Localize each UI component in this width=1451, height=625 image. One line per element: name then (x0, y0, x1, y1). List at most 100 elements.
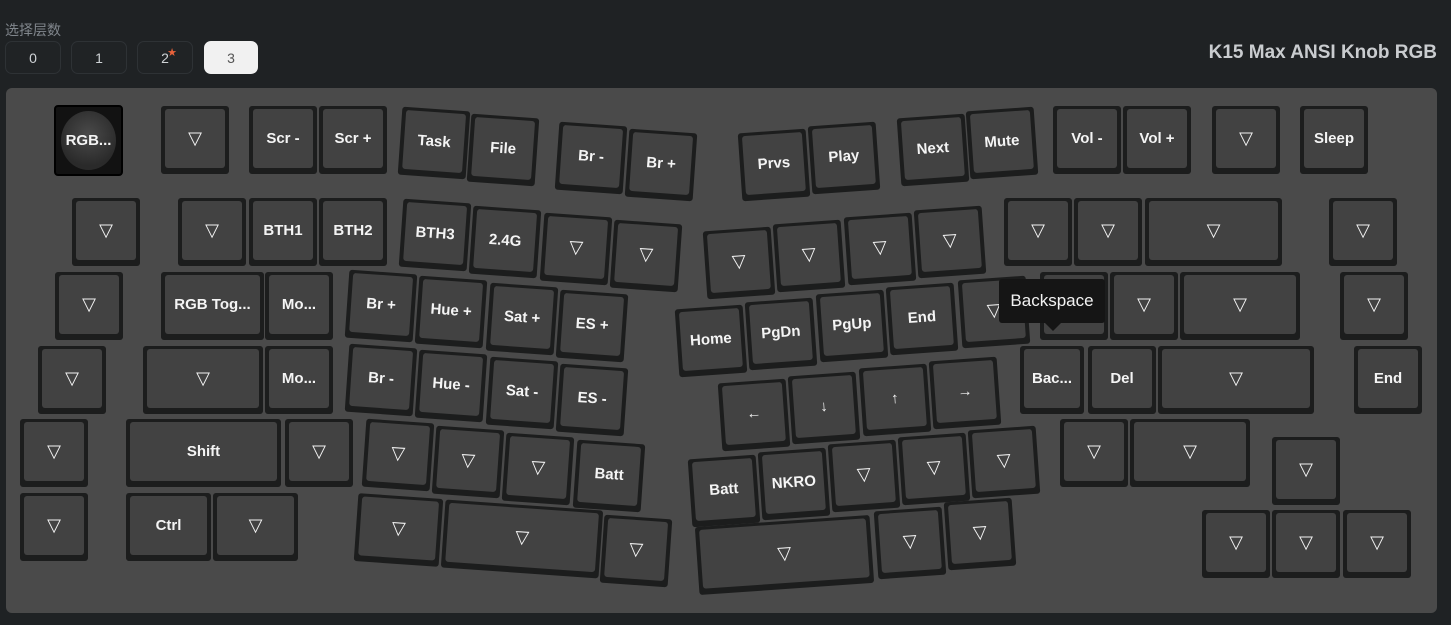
key-r3k0[interactable]: ▽ (38, 346, 106, 414)
key-r0k12[interactable]: Vol - (1053, 106, 1121, 174)
key-r0k15[interactable]: Sleep (1300, 106, 1368, 174)
key-r5k1[interactable]: Ctrl (126, 493, 211, 561)
key-r0k2[interactable]: Scr - (249, 106, 317, 174)
key-r1k9[interactable]: ▽ (772, 219, 846, 293)
key-r4k11[interactable]: ▽ (967, 425, 1041, 499)
layer-button-3[interactable]: 3 (204, 41, 258, 74)
key-r3k9[interactable]: ↑ (858, 363, 932, 437)
key-r4k12[interactable]: ▽ (1060, 419, 1128, 487)
key-r3k1[interactable]: ▽ (143, 346, 263, 414)
key-r1k11[interactable]: ▽ (913, 205, 987, 279)
key-r3k6[interactable]: ES - (555, 363, 629, 437)
key-r2k2[interactable]: Mo... (265, 272, 333, 340)
key-r3k4[interactable]: Hue - (414, 349, 488, 423)
key-label: Mo... (269, 349, 329, 408)
key-r0k7[interactable]: Br + (624, 128, 698, 202)
key-r4k14[interactable]: ▽ (1272, 437, 1340, 505)
key-r2k1[interactable]: RGB Tog... (161, 272, 264, 340)
key-r2k8[interactable]: PgDn (744, 297, 818, 371)
key-r1k6[interactable]: ▽ (539, 212, 613, 286)
key-r2k4[interactable]: Hue + (414, 275, 488, 349)
key-r0k11[interactable]: Mute (965, 106, 1039, 180)
key-r0k6[interactable]: Br - (554, 121, 628, 195)
key-r4k2[interactable]: ▽ (285, 419, 353, 487)
knob-key[interactable]: RGB... (54, 105, 123, 176)
key-r0k5[interactable]: File (466, 113, 540, 187)
key-r1k8[interactable]: ▽ (702, 226, 776, 300)
key-r0k3[interactable]: Scr + (319, 106, 387, 174)
key-r5k0[interactable]: ▽ (20, 493, 88, 561)
key-r2k7[interactable]: Home (674, 304, 748, 378)
key-label: ▽ (358, 496, 440, 561)
key-r1k15[interactable]: ▽ (1329, 198, 1397, 266)
key-r4k3[interactable]: ▽ (361, 418, 435, 492)
key-r5k9[interactable]: ▽ (1202, 510, 1270, 578)
key-label: ▽ (1078, 201, 1138, 260)
key-r4k9[interactable]: ▽ (827, 439, 901, 513)
key-r1k10[interactable]: ▽ (843, 212, 917, 286)
key-r3k10[interactable]: → (928, 356, 1002, 430)
key-label: ▽ (1333, 201, 1393, 260)
layer-button-1[interactable]: 1 (71, 41, 127, 74)
key-r3k12[interactable]: Del (1088, 346, 1156, 414)
key-r1k0[interactable]: ▽ (72, 198, 140, 266)
key-r5k6[interactable]: ▽ (694, 514, 875, 596)
key-r0k13[interactable]: Vol + (1123, 106, 1191, 174)
key-r4k10[interactable]: ▽ (897, 432, 971, 506)
key-r5k8[interactable]: ▽ (943, 497, 1017, 571)
key-r5k10[interactable]: ▽ (1272, 510, 1340, 578)
key-r0k9[interactable]: Play (807, 121, 881, 195)
key-label: ▽ (445, 502, 599, 573)
key-r3k5[interactable]: Sat - (485, 356, 559, 430)
key-r0k8[interactable]: Prvs (737, 128, 811, 202)
key-r2k15[interactable]: ▽ (1340, 272, 1408, 340)
key-r4k4[interactable]: ▽ (431, 425, 505, 499)
key-r2k14[interactable]: ▽ (1180, 272, 1300, 340)
key-r1k14[interactable]: ▽ (1145, 198, 1282, 266)
key-r4k6[interactable]: Batt (572, 439, 646, 513)
key-label: Scr + (323, 109, 383, 168)
key-r4k1[interactable]: Shift (126, 419, 281, 487)
key-r4k7[interactable]: Batt (687, 454, 761, 528)
key-r3k8[interactable]: ↓ (787, 371, 861, 445)
key-r5k4[interactable]: ▽ (440, 499, 604, 579)
key-r5k11[interactable]: ▽ (1343, 510, 1411, 578)
key-r0k1[interactable]: ▽ (161, 106, 229, 174)
key-r0k14[interactable]: ▽ (1212, 106, 1280, 174)
key-r1k1[interactable]: ▽ (178, 198, 246, 266)
key-r3k11[interactable]: Bac... (1020, 346, 1084, 414)
key-r1k7[interactable]: ▽ (609, 219, 683, 293)
key-r5k7[interactable]: ▽ (873, 506, 947, 580)
key-r1k4[interactable]: BTH3 (398, 198, 472, 272)
key-r1k2[interactable]: BTH1 (249, 198, 317, 266)
key-r1k3[interactable]: BTH2 (319, 198, 387, 266)
key-r4k13[interactable]: ▽ (1130, 419, 1250, 487)
key-r3k13[interactable]: ▽ (1158, 346, 1314, 414)
layer-button-2[interactable]: 2 ★ (137, 41, 193, 74)
key-label: ▽ (436, 428, 501, 493)
key-r3k7[interactable]: ← (717, 378, 791, 452)
key-r2k6[interactable]: ES + (555, 289, 629, 363)
key-r5k2[interactable]: ▽ (213, 493, 298, 561)
key-r0k4[interactable]: Task (397, 106, 471, 180)
key-r2k13[interactable]: ▽ (1110, 272, 1178, 340)
key-r4k0[interactable]: ▽ (20, 419, 88, 487)
key-r0k10[interactable]: Next (896, 113, 970, 187)
key-r1k13[interactable]: ▽ (1074, 198, 1142, 266)
key-r1k12[interactable]: ▽ (1004, 198, 1072, 266)
key-r5k3[interactable]: ▽ (353, 493, 444, 567)
key-r4k5[interactable]: ▽ (501, 432, 575, 506)
key-r3k14[interactable]: End (1354, 346, 1422, 414)
key-r3k3[interactable]: Br - (344, 343, 418, 417)
key-r5k5[interactable]: ▽ (599, 514, 673, 588)
key-r2k3[interactable]: Br + (344, 269, 418, 343)
key-label: Next (900, 116, 965, 181)
key-r2k5[interactable]: Sat + (485, 282, 559, 356)
key-r4k8[interactable]: NKRO (757, 447, 831, 521)
key-r1k5[interactable]: 2.4G (468, 205, 542, 279)
key-r2k10[interactable]: End (885, 282, 959, 356)
key-r3k2[interactable]: Mo... (265, 346, 333, 414)
key-r2k9[interactable]: PgUp (815, 289, 889, 363)
layer-button-0[interactable]: 0 (5, 41, 61, 74)
key-r2k0[interactable]: ▽ (55, 272, 123, 340)
